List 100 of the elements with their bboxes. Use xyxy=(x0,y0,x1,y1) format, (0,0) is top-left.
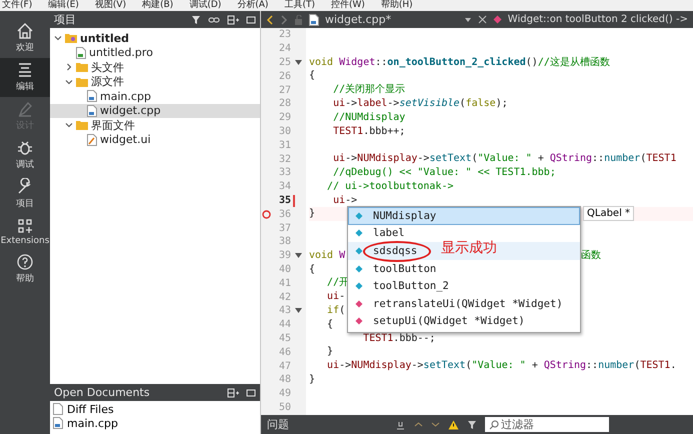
breakpoint-icon[interactable] xyxy=(262,210,271,220)
down-icon[interactable] xyxy=(431,420,440,429)
ui-file-icon xyxy=(87,134,97,146)
type-tooltip: QLabel * xyxy=(583,206,634,221)
line-number: 28 xyxy=(278,98,291,110)
filter-icon[interactable] xyxy=(467,420,477,430)
completion-item[interactable]: setupUi(QWidget *Widget) xyxy=(348,312,580,330)
file-icon xyxy=(53,417,63,429)
line-number: 26 xyxy=(278,70,291,82)
split-icon[interactable] xyxy=(227,14,239,24)
line-number: 48 xyxy=(278,374,291,386)
split-icon[interactable] xyxy=(227,388,239,398)
document-item[interactable]: Diff Files xyxy=(53,402,257,416)
completion-item[interactable]: toolButton_2 xyxy=(348,277,580,295)
code-line: ui-> xyxy=(332,194,358,208)
line-number: 49 xyxy=(278,388,291,400)
code-line: // ui->toolbuttonak-> xyxy=(326,180,454,194)
tree-item[interactable]: 界面文件 xyxy=(50,118,260,132)
mode-button[interactable]: 编辑 xyxy=(0,58,50,97)
menu-item[interactable]: 工具(T) xyxy=(284,0,315,11)
folder-icon xyxy=(76,76,88,87)
member-icon xyxy=(355,229,363,238)
menu-item[interactable]: 分析(A) xyxy=(237,0,268,11)
completion-item[interactable]: retranslateUi(QWidget *Widget) xyxy=(348,294,580,313)
tree-item[interactable]: untitled.pro xyxy=(50,46,260,60)
line-number: 39 xyxy=(278,250,291,262)
code-line: { xyxy=(326,318,334,332)
code-line: //qDebug() << "Value: " << TEST1.bbb; xyxy=(332,166,556,180)
line-number: 36 xyxy=(278,208,291,220)
mode-button[interactable]: 欢迎 xyxy=(0,19,50,58)
menu-item[interactable]: 控件(W) xyxy=(330,0,365,11)
back-icon[interactable] xyxy=(266,14,274,24)
document-item[interactable]: main.cpp xyxy=(53,416,257,430)
line-number: 40 xyxy=(278,264,291,275)
up-icon[interactable] xyxy=(414,420,423,429)
close-icon[interactable] xyxy=(478,15,487,24)
code-line: void Widget::on_toolButton_2_clicked()//这是从槽函数 xyxy=(309,56,610,70)
annotation-text: 显示成功 xyxy=(441,239,497,257)
change-marker xyxy=(293,194,295,207)
help-icon xyxy=(16,253,34,271)
tree-item[interactable]: untitled xyxy=(50,31,260,46)
code-line: //NUMdisplay xyxy=(332,110,406,125)
member-icon xyxy=(355,282,363,290)
member-icon xyxy=(355,317,363,326)
line-number: 38 xyxy=(278,236,291,248)
close-panel-icon[interactable] xyxy=(246,388,256,398)
line-number: 24 xyxy=(278,43,291,54)
file-icon xyxy=(76,46,86,59)
filter-icon[interactable] xyxy=(191,14,201,24)
warning-icon[interactable] xyxy=(448,420,459,430)
tree-item[interactable]: main.cpp xyxy=(50,89,260,104)
line-number: 35 xyxy=(278,194,291,206)
tree-item[interactable]: 头文件 xyxy=(50,60,260,74)
chevron-icon[interactable] xyxy=(65,121,73,130)
line-number: 50 xyxy=(278,402,291,413)
fold-icon[interactable] xyxy=(295,308,302,314)
tree-item[interactable]: widget.cpp xyxy=(50,104,260,118)
line-number: 23 xyxy=(278,29,291,40)
completion-item[interactable]: toolButton xyxy=(348,260,580,278)
file-icon xyxy=(53,403,63,415)
close-panel-icon[interactable] xyxy=(246,14,256,24)
link-icon[interactable] xyxy=(208,14,220,24)
file-icon xyxy=(87,104,97,117)
bug-icon xyxy=(16,139,34,157)
code-line: } xyxy=(326,345,334,360)
code-line: ui->NUMdisplay->setText("Value: " + QString::number(TEST1. xyxy=(326,359,676,373)
filter-field[interactable]: 过滤器 xyxy=(485,417,609,432)
mode-button[interactable]: 调试 xyxy=(0,136,50,175)
lines-icon xyxy=(16,61,34,79)
code-line: ui- xyxy=(326,290,346,304)
code-line: TEST1.bbb++; xyxy=(332,124,406,138)
tree-item[interactable]: widget.ui xyxy=(50,132,260,147)
line-number: 44 xyxy=(278,319,291,330)
fold-icon[interactable] xyxy=(295,253,302,258)
line-number: 31 xyxy=(278,140,291,151)
mode-button[interactable]: 帮助 xyxy=(0,250,50,289)
pen-icon xyxy=(16,100,34,118)
code-line: { xyxy=(309,262,316,276)
chevron-icon[interactable] xyxy=(54,34,62,42)
line-number: 29 xyxy=(278,112,291,124)
fold-icon[interactable] xyxy=(295,60,302,65)
code-line: { xyxy=(309,69,316,84)
symbol-selector[interactable]: Widget::on toolButton 2 clicked() -> xyxy=(508,14,688,25)
file-icon xyxy=(87,90,97,102)
dropdown-icon[interactable] xyxy=(464,16,472,24)
code-line: ui->NUMdisplay->setText("Value: " + QString::number(TEST1 xyxy=(332,152,676,166)
code-line: 函数 xyxy=(581,248,602,263)
file-tab[interactable]: widget.cpp* xyxy=(325,13,392,26)
mode-button[interactable]: Extensions xyxy=(0,214,50,250)
panel-title: Open Documents xyxy=(54,386,151,399)
completion-item[interactable]: NUMdisplay xyxy=(348,207,580,225)
code-line: } xyxy=(309,207,316,222)
member-icon xyxy=(355,212,363,220)
clean-icon[interactable] xyxy=(395,420,406,430)
panel-title: 项目 xyxy=(54,12,77,27)
line-number: 41 xyxy=(278,278,291,289)
tree-item[interactable]: 源文件 xyxy=(50,74,260,89)
mode-button[interactable]: 项目 xyxy=(0,175,50,214)
line-number: 32 xyxy=(278,154,291,165)
extensions-icon xyxy=(16,217,34,235)
